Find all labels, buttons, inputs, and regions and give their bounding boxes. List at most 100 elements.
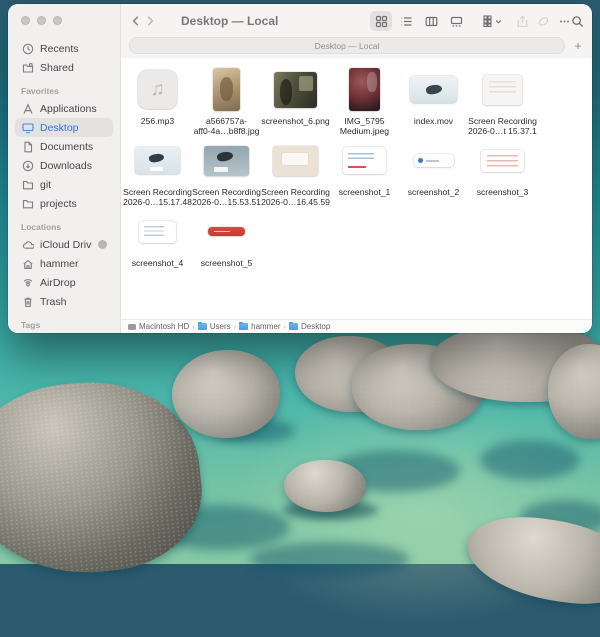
- file-name: 256.mp3: [123, 116, 192, 126]
- sidebar-item-airdrop[interactable]: AirDrop: [15, 273, 113, 292]
- clock-icon: [21, 42, 34, 55]
- file-item[interactable]: IMG_5795Medium.jpeg: [330, 66, 399, 137]
- minimize-button[interactable]: [37, 16, 46, 25]
- hard-drive-icon: [128, 324, 136, 330]
- downloads-icon: [21, 159, 34, 172]
- file-item[interactable]: Screen Recording2026-0…16.45.59: [261, 137, 330, 208]
- sidebar-item-downloads[interactable]: Downloads: [15, 156, 113, 175]
- window-controls: [8, 16, 120, 39]
- home-icon: [21, 257, 34, 270]
- file-item[interactable]: screenshot_1: [330, 137, 399, 208]
- file-name: a566757a-aff0-4a…b8f8.jpg: [192, 116, 261, 136]
- file-thumbnail: [273, 146, 318, 176]
- sidebar-item-recents[interactable]: Recents: [15, 39, 113, 58]
- file-thumbnail: [208, 227, 245, 236]
- folder-icon: [289, 323, 298, 330]
- file-grid: 256.mp3 a566757a-aff0-4a…b8f8.jpg screen…: [121, 58, 592, 319]
- file-name: index.mov: [399, 116, 468, 126]
- share-button[interactable]: [516, 11, 529, 31]
- sidebar: Recents Shared Favorites Applications De…: [8, 4, 121, 333]
- trash-icon: [21, 295, 34, 308]
- search-button[interactable]: [571, 11, 584, 31]
- sidebar-item-documents[interactable]: Documents: [15, 137, 113, 156]
- submerged-rock-shadow: [250, 542, 410, 577]
- file-thumbnail: [349, 68, 380, 111]
- finder-window: Recents Shared Favorites Applications De…: [8, 4, 592, 333]
- close-button[interactable]: [21, 16, 30, 25]
- boulder: [284, 460, 366, 512]
- file-name: Screen Recording2026-0…15.53.51: [192, 187, 261, 207]
- file-item[interactable]: screenshot_2: [399, 137, 468, 208]
- more-actions-button[interactable]: [558, 11, 571, 31]
- sidebar-item-applications[interactable]: Applications: [15, 99, 113, 118]
- path-label: Desktop: [301, 322, 330, 331]
- file-item[interactable]: index.mov: [399, 66, 468, 137]
- file-item[interactable]: Screen Recording2026-0…t 15.37.12: [468, 66, 537, 137]
- path-segment-users[interactable]: Users: [198, 322, 231, 331]
- file-name: screenshot_5: [192, 258, 261, 268]
- boulder: [172, 350, 280, 438]
- file-name: screenshot_4: [123, 258, 192, 268]
- document-icon: [21, 140, 34, 153]
- tab-label: Desktop — Local: [315, 41, 380, 51]
- sidebar-item-git[interactable]: git: [15, 175, 113, 194]
- group-by-button[interactable]: [483, 11, 502, 31]
- file-item[interactable]: Screen Recording2026-0…15.17.48: [123, 137, 192, 208]
- tags-button[interactable]: [537, 11, 550, 31]
- path-label: Users: [210, 322, 231, 331]
- sidebar-item-shared[interactable]: Shared: [15, 58, 113, 77]
- list-view-button[interactable]: [395, 11, 417, 31]
- tab-desktop-local[interactable]: Desktop — Local: [129, 37, 565, 54]
- sidebar-item-label: Desktop: [40, 122, 79, 134]
- sidebar-item-projects[interactable]: projects: [15, 194, 113, 213]
- gallery-view-button[interactable]: [445, 11, 467, 31]
- tab-bar: Desktop — Local +: [121, 36, 592, 58]
- sidebar-item-icloud-drive[interactable]: iCloud Drive: [15, 235, 113, 254]
- path-segment-desktop[interactable]: Desktop: [289, 322, 330, 331]
- file-name: screenshot_6.png: [261, 116, 330, 126]
- sidebar-section-locations: Locations: [8, 213, 120, 235]
- file-item[interactable]: screenshot_5: [192, 208, 261, 279]
- file-name: Screen Recording2026-0…16.45.59: [261, 187, 330, 207]
- file-item[interactable]: 256.mp3: [123, 66, 192, 137]
- toolbar: Desktop — Local: [121, 4, 592, 36]
- path-segment-macintosh-hd[interactable]: Macintosh HD: [128, 322, 189, 331]
- path-segment-hammer[interactable]: hammer: [239, 322, 280, 331]
- file-thumbnail: [274, 72, 317, 108]
- main-pane: Desktop — Local: [121, 4, 592, 333]
- file-item[interactable]: screenshot_6.png: [261, 66, 330, 137]
- cloud-icon: [21, 238, 34, 251]
- sidebar-item-label: hammer: [40, 258, 79, 270]
- column-view-button[interactable]: [420, 11, 442, 31]
- file-thumbnail: [481, 150, 524, 172]
- file-item[interactable]: Screen Recording2026-0…15.53.51: [192, 137, 261, 208]
- zoom-button[interactable]: [53, 16, 62, 25]
- file-name: screenshot_3: [468, 187, 537, 197]
- file-name: Screen Recording2026-0…t 15.37.12: [468, 116, 537, 136]
- new-tab-button[interactable]: +: [570, 40, 586, 52]
- window-title: Desktop — Local: [181, 14, 278, 28]
- file-item[interactable]: a566757a-aff0-4a…b8f8.jpg: [192, 66, 261, 137]
- file-item[interactable]: screenshot_4: [123, 208, 192, 279]
- path-label: Macintosh HD: [139, 322, 189, 331]
- sidebar-section-favorites: Favorites: [8, 77, 120, 99]
- file-thumbnail: [204, 146, 249, 176]
- back-button[interactable]: [129, 11, 143, 31]
- sidebar-item-trash[interactable]: Trash: [15, 292, 113, 311]
- folder-icon: [21, 178, 34, 191]
- sidebar-item-desktop[interactable]: Desktop: [15, 118, 113, 137]
- sidebar-item-hammer[interactable]: hammer: [15, 254, 113, 273]
- folder-icon: [198, 323, 207, 330]
- sidebar-item-label: Shared: [40, 62, 74, 74]
- forward-button[interactable]: [143, 11, 157, 31]
- file-name: Screen Recording2026-0…15.17.48: [123, 187, 192, 207]
- sidebar-item-label: Trash: [40, 296, 66, 308]
- path-label: hammer: [251, 322, 280, 331]
- file-thumbnail: [343, 147, 386, 174]
- file-thumbnail: [410, 76, 457, 103]
- path-bar: Macintosh HD › Users › hammer › Desktop: [121, 319, 592, 333]
- file-thumbnail: [135, 147, 180, 174]
- icon-view-button[interactable]: [370, 11, 392, 31]
- file-item[interactable]: screenshot_3: [468, 137, 537, 208]
- folder-icon: [21, 197, 34, 210]
